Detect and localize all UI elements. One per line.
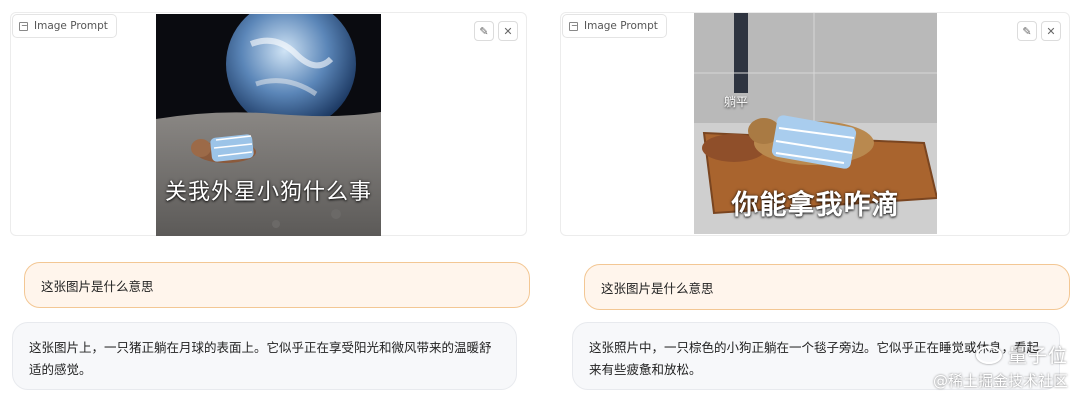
user-question-text: 这张图片是什么意思 xyxy=(41,278,154,294)
image-prompt-card: 躺平 你能拿我咋滴 Image Prompt ✎ ✕ xyxy=(560,12,1070,236)
image-prompt-label-text: Image Prompt xyxy=(584,20,658,32)
image-tag-text: 躺平 xyxy=(724,95,749,109)
uploaded-image: 关我外星小狗什么事 xyxy=(156,14,381,236)
pencil-icon[interactable]: ✎ xyxy=(1017,21,1037,41)
image-caption: 你能拿我咋滴 xyxy=(731,190,900,221)
image-toolbar: ✎ ✕ xyxy=(474,21,518,41)
watermark-line1: 量子位 xyxy=(1007,345,1068,367)
assistant-answer-text: 这张图片上，一只猪正躺在月球的表面上。它似乎正在享受阳光和微风带来的温暖舒适的感… xyxy=(29,340,492,377)
image-prompt-label-text: Image Prompt xyxy=(34,20,108,32)
image-icon xyxy=(19,21,28,31)
image-prompt-card: 关我外星小狗什么事 Image Prompt ✎ ✕ xyxy=(10,12,527,236)
uploaded-image: 躺平 你能拿我咋滴 xyxy=(694,13,937,234)
wechat-logo-icon xyxy=(975,345,1002,364)
pencil-icon[interactable]: ✎ xyxy=(474,21,494,41)
user-question-text: 这张图片是什么意思 xyxy=(601,280,714,296)
image-prompt-label: Image Prompt xyxy=(12,14,117,38)
watermark: 量子位 @稀土掘金技术社区 xyxy=(933,341,1068,391)
assistant-answer-bubble: 这张图片上，一只猪正躺在月球的表面上。它似乎正在享受阳光和微风带来的温暖舒适的感… xyxy=(12,322,517,390)
image-icon xyxy=(569,21,578,31)
close-icon[interactable]: ✕ xyxy=(1041,21,1061,41)
image-toolbar: ✎ ✕ xyxy=(1017,21,1061,41)
close-icon[interactable]: ✕ xyxy=(498,21,518,41)
image-prompt-label: Image Prompt xyxy=(562,14,667,38)
user-question-bubble: 这张图片是什么意思 xyxy=(584,264,1070,310)
image-caption: 关我外星小狗什么事 xyxy=(164,180,372,205)
user-question-bubble: 这张图片是什么意思 xyxy=(24,262,530,308)
watermark-line2: @稀土掘金技术社区 xyxy=(932,372,1068,390)
